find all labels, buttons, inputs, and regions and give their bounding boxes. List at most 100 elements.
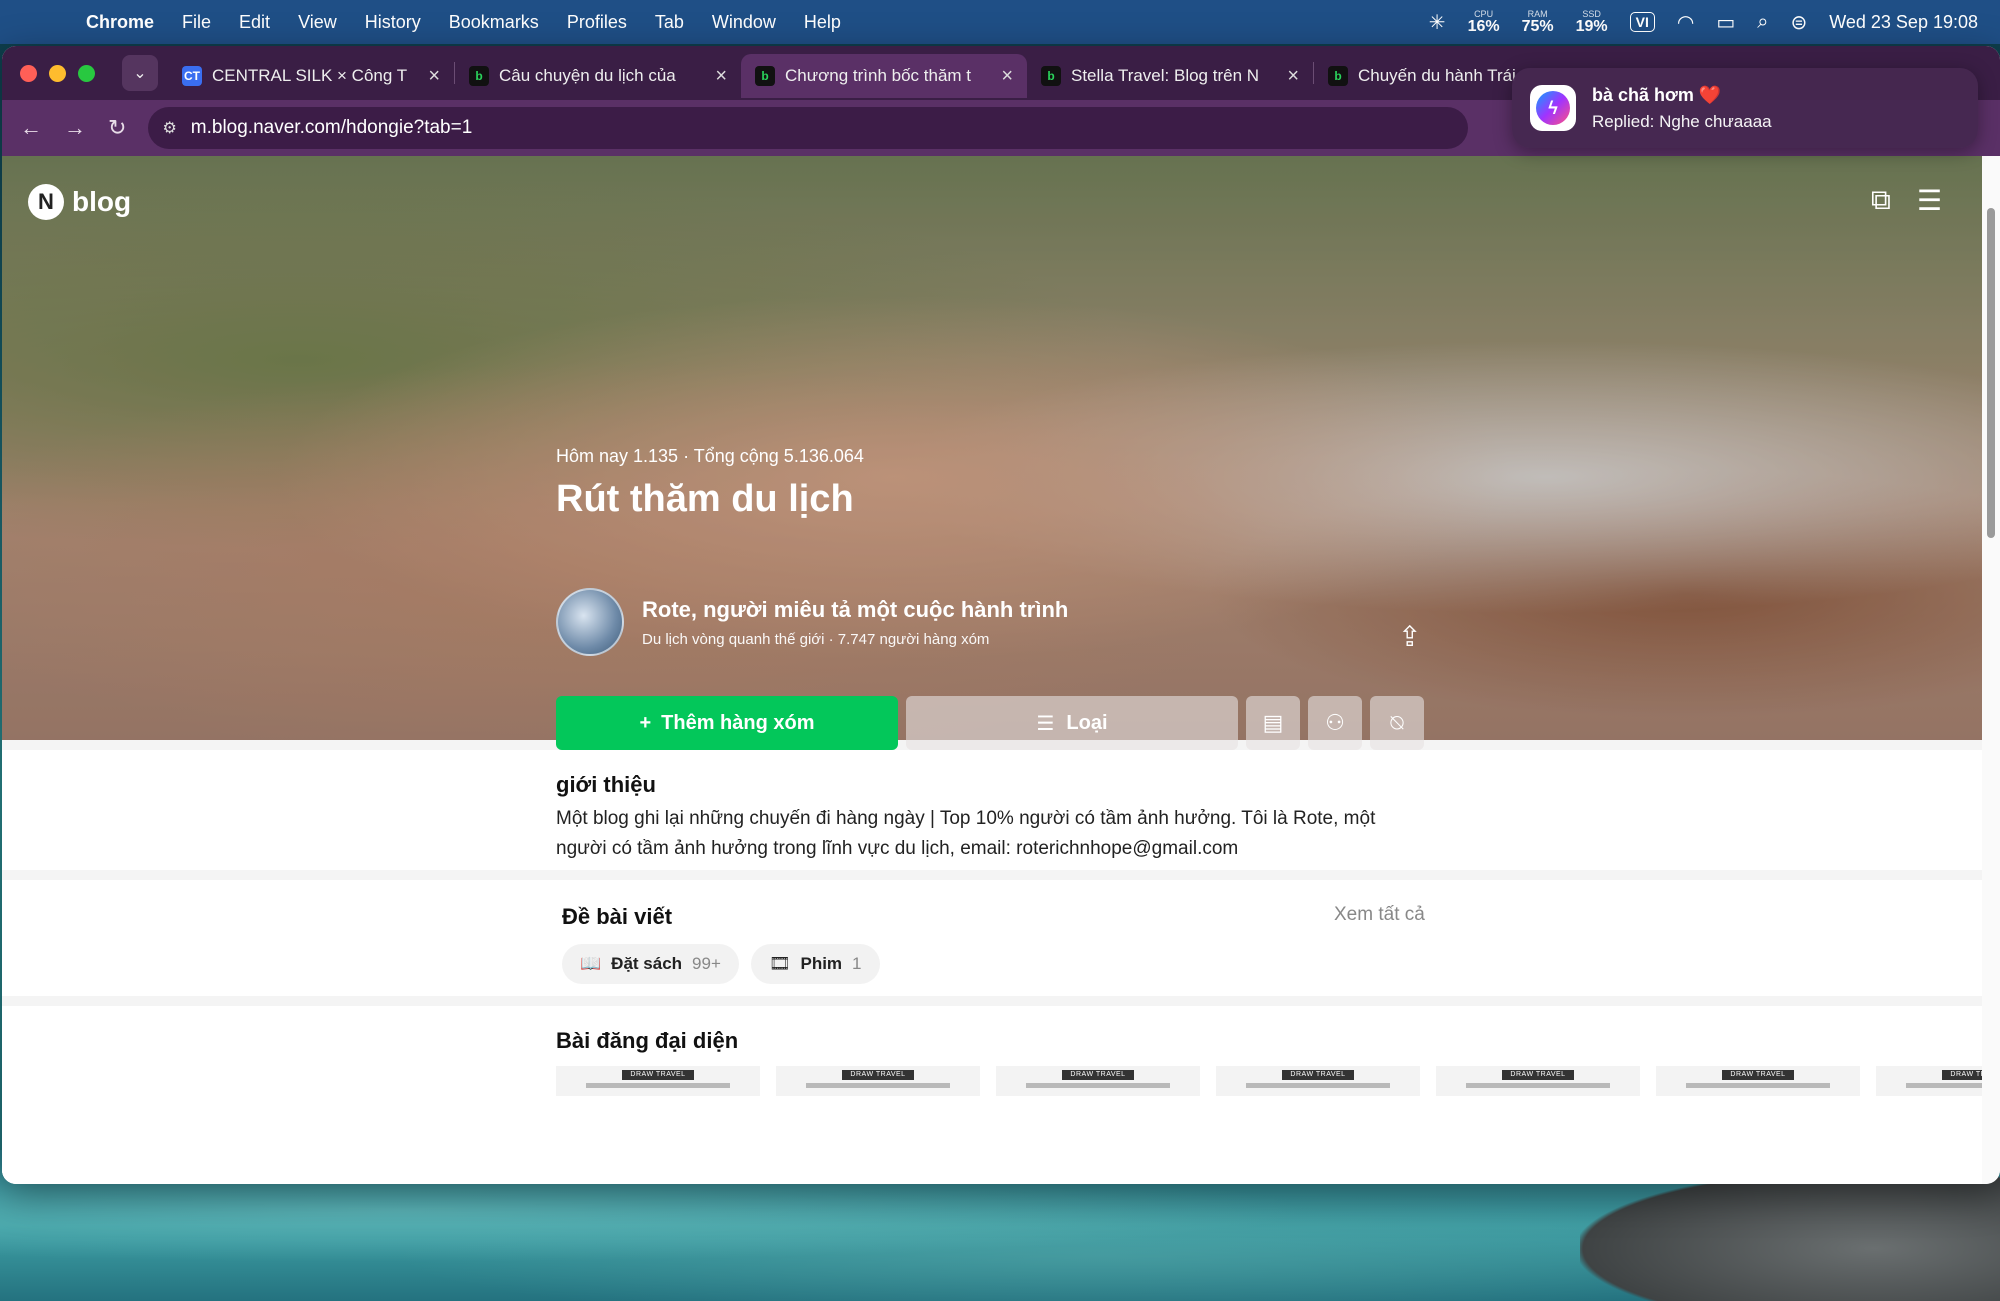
window-controls [2, 64, 122, 82]
menu-file[interactable]: File [168, 12, 225, 33]
tab-cau-chuyen[interactable]: b Câu chuyện du lịch của × [455, 54, 741, 98]
topics-section: Đề bài viết Xem tất cả 📖 Đặt sách 99+ 🎞 … [2, 880, 1982, 996]
desktop-rock [1580, 1170, 2000, 1301]
thumbnail-caption-line [1246, 1083, 1390, 1088]
category-button[interactable]: ☰ Loại [906, 696, 1238, 750]
tab-search-chevron-icon[interactable]: ⌄ [122, 55, 158, 91]
see-all-link[interactable]: Xem tất cả [1334, 904, 1425, 926]
tab-central-silk[interactable]: CT CENTRAL SILK × Công T × [168, 54, 454, 98]
browser-window: ⌄ CT CENTRAL SILK × Công T × b Câu chuyệ… [2, 46, 2000, 1184]
thumbnail-caption-line [586, 1083, 730, 1088]
author-profile[interactable]: Rote, người miêu tả một cuộc hành trình … [556, 588, 1068, 656]
favicon-blog-icon: b [1041, 66, 1061, 86]
menu-tab[interactable]: Tab [641, 12, 698, 33]
menu-edit[interactable]: Edit [225, 12, 284, 33]
scrollbar-thumb[interactable] [1987, 208, 1995, 538]
minimize-window-button[interactable] [49, 64, 66, 82]
input-method-badge[interactable]: VI [1629, 12, 1655, 32]
zoom-window-button[interactable] [78, 64, 95, 82]
close-tab-icon[interactable]: × [715, 65, 727, 88]
featured-heading: Bài đăng đại diện [556, 1028, 739, 1053]
visitor-stats: Hôm nay 1.135 · Tổng cộng 5.136.064 [556, 446, 864, 466]
avatar[interactable] [556, 588, 624, 656]
featured-thumbnails: DRAW TRAVEL DRAW TRAVEL DRAW TRAVEL DRAW TR… [556, 1066, 1982, 1096]
bell-off-icon: ⍉ [1390, 710, 1404, 735]
menu-history[interactable]: History [351, 12, 435, 33]
close-window-button[interactable] [20, 64, 37, 82]
menu-profiles[interactable]: Profiles [553, 12, 641, 33]
close-tab-icon[interactable]: × [1287, 65, 1299, 88]
author-name[interactable]: Rote, người miêu tả một cuộc hành trình [642, 597, 1068, 623]
battery-icon[interactable]: ▭ [1716, 10, 1735, 35]
thumbnail-caption-line [1906, 1083, 1982, 1088]
menu-app-chrome[interactable]: Chrome [72, 12, 168, 33]
favicon-blog-icon: b [1328, 66, 1348, 86]
featured-post-thumbnail[interactable]: DRAW TRAVEL [1876, 1066, 1982, 1096]
menu-view[interactable]: View [284, 12, 351, 33]
author-subtitle: Du lịch vòng quanh thế giới · 7.747 ngườ… [642, 630, 990, 648]
address-bar[interactable]: ⚙ m.blog.naver.com/hdongie?tab=1 [148, 107, 1469, 149]
thumbnail-tag: DRAW TRAVEL [1282, 1070, 1354, 1080]
my-news-icon[interactable]: ⧉ [1871, 184, 1891, 217]
clock[interactable]: Wed 23 Sep 19:08 [1829, 12, 1978, 33]
brightness-icon[interactable]: ✳ [1429, 10, 1446, 35]
thumbnail-tag: DRAW TRAVEL [1722, 1070, 1794, 1080]
featured-post-thumbnail[interactable]: DRAW TRAVEL [1216, 1066, 1420, 1096]
close-tab-icon[interactable]: × [428, 65, 440, 88]
thumbnail-tag: DRAW TRAVEL [1502, 1070, 1574, 1080]
favicon-blog-icon: b [469, 66, 489, 86]
back-arrow-icon[interactable]: ← [20, 115, 42, 141]
notification-body: Replied: Nghe chưaaaa [1592, 111, 1772, 131]
web-page: N blog ⧉ ☰ Hôm nay 1.135 · Tổng cộng 5.1… [2, 156, 1982, 1184]
reload-icon[interactable]: ↻ [108, 115, 126, 141]
forward-arrow-icon[interactable]: → [64, 115, 86, 141]
intro-section: giới thiệu Một blog ghi lại những chuyến… [2, 750, 1982, 870]
featured-post-thumbnail[interactable]: DRAW TRAVEL [996, 1066, 1200, 1096]
control-center-icon[interactable]: ⊜ [1790, 10, 1807, 35]
url-text[interactable]: m.blog.naver.com/hdongie?tab=1 [191, 117, 473, 139]
featured-post-thumbnail[interactable]: DRAW TRAVEL [1656, 1066, 1860, 1096]
action-buttons: + Thêm hàng xóm ☰ Loại ▤ ⚇ ⍉ [556, 696, 1424, 750]
add-neighbor-button[interactable]: + Thêm hàng xóm [556, 696, 898, 750]
blog-cover: N blog ⧉ ☰ Hôm nay 1.135 · Tổng cộng 5.1… [2, 156, 1982, 750]
messenger-icon: ϟ [1530, 85, 1576, 131]
featured-post-thumbnail[interactable]: DRAW TRAVEL [776, 1066, 980, 1096]
divider [2, 870, 1982, 880]
thumbnail-tag: DRAW TRAVEL [1942, 1070, 1982, 1080]
share-icon[interactable]: ⇪ [1398, 620, 1421, 653]
divider [2, 996, 1982, 1006]
featured-post-thumbnail[interactable]: DRAW TRAVEL [556, 1066, 760, 1096]
menu-window[interactable]: Window [698, 12, 790, 33]
neighbors-button[interactable]: ⚇ [1308, 696, 1362, 750]
thumbnail-tag: DRAW TRAVEL [1062, 1070, 1134, 1080]
cpu-stat[interactable]: CPU 16% [1468, 9, 1500, 35]
list-icon: ☰ [1036, 712, 1055, 735]
thumbnail-caption-line [1026, 1083, 1170, 1088]
search-icon[interactable]: ⌕ [1757, 11, 1768, 34]
featured-section: Bài đăng đại diện DRAW TRAVEL DRAW TRAVEL… [2, 1006, 1982, 1184]
menu-help[interactable]: Help [790, 12, 855, 33]
tab-chuong-trinh-active[interactable]: b Chương trình bốc thăm t × [741, 54, 1027, 98]
close-tab-icon[interactable]: × [1001, 65, 1013, 88]
messenger-notification[interactable]: ϟ bà chã hơm ❤️ Replied: Nghe chưaaaa [1512, 68, 1978, 148]
wifi-icon[interactable]: ◠ [1677, 10, 1694, 35]
chip-dat-sach[interactable]: 📖 Đặt sách 99+ [562, 944, 739, 984]
chip-phim[interactable]: 🎞 Phim 1 [750, 944, 880, 984]
notification-off-button[interactable]: ⍉ [1370, 696, 1424, 750]
site-settings-icon[interactable]: ⚙ [162, 118, 176, 138]
naver-n-icon: N [28, 184, 64, 220]
thumbnail-tag: DRAW TRAVEL [842, 1070, 914, 1080]
ssd-stat[interactable]: SSD 19% [1576, 9, 1608, 35]
plus-icon: + [639, 711, 652, 734]
naver-blog-logo[interactable]: N blog [28, 184, 131, 220]
page-scrollbar[interactable] [1982, 156, 2000, 1184]
thumbnail-caption-line [1466, 1083, 1610, 1088]
guestbook-button[interactable]: ▤ [1246, 696, 1300, 750]
tab-stella-travel[interactable]: b Stella Travel: Blog trên N × [1027, 54, 1313, 98]
featured-post-thumbnail[interactable]: DRAW TRAVEL [1436, 1066, 1640, 1096]
hamburger-menu-icon[interactable]: ☰ [1917, 184, 1942, 217]
favicon-ct-icon: CT [182, 66, 202, 86]
ram-stat[interactable]: RAM 75% [1522, 9, 1554, 35]
thumbnail-tag: DRAW TRAVEL [622, 1070, 694, 1080]
menu-bookmarks[interactable]: Bookmarks [435, 12, 553, 33]
